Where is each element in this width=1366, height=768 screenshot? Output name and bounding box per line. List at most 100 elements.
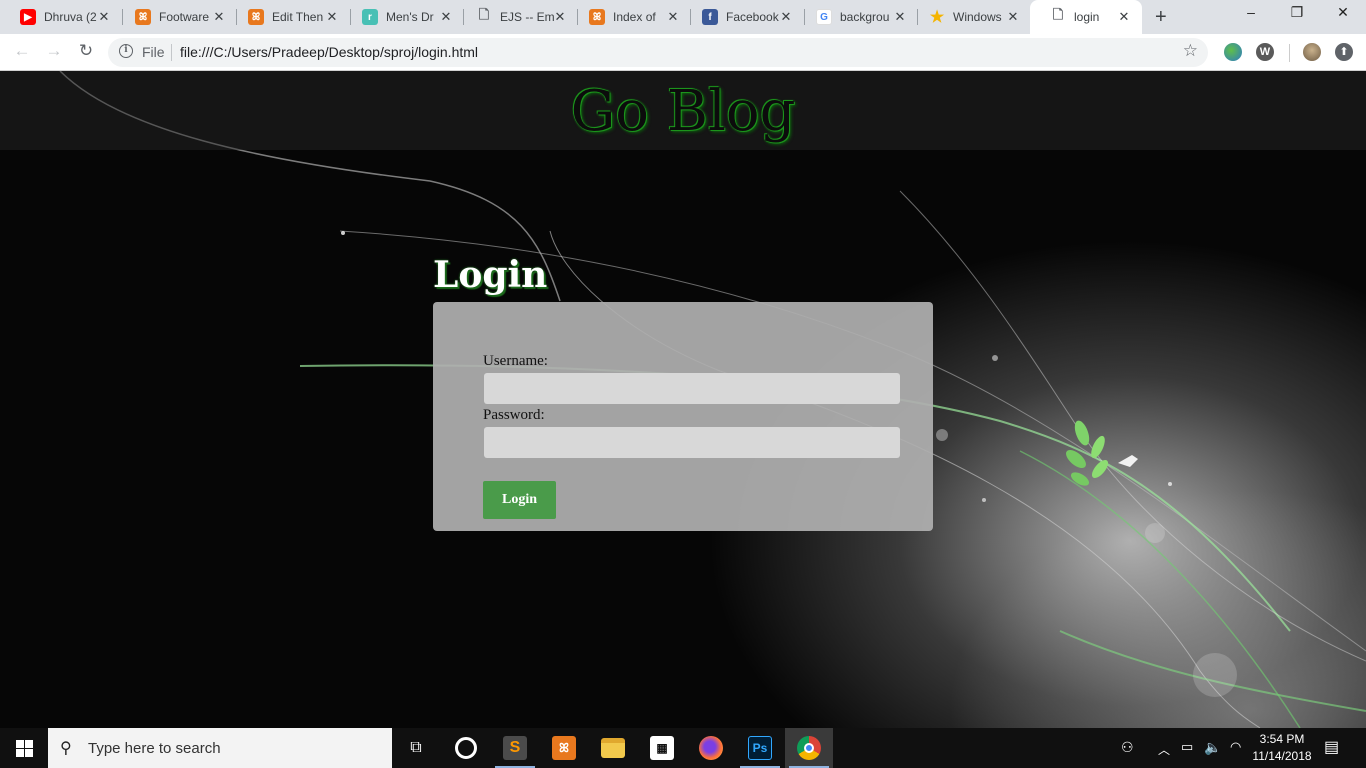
- photoshop-icon: Ps: [748, 736, 772, 760]
- close-tab-icon[interactable]: ✕: [96, 9, 112, 25]
- page-viewport: Go Blog Login Username: Password: Login: [0, 71, 1366, 728]
- extension-globe-icon[interactable]: [1224, 43, 1242, 61]
- action-center-icon[interactable]: ▤: [1324, 737, 1339, 757]
- folder-icon: [601, 738, 625, 758]
- tab-ejs[interactable]: 🗋 EJS -- Em ✕: [456, 0, 578, 34]
- tab-windows[interactable]: ★ Windows ✕: [909, 0, 1031, 34]
- username-input[interactable]: [484, 373, 900, 404]
- minimize-button[interactable]: –: [1228, 4, 1274, 20]
- tab-dhruva[interactable]: ▶ Dhruva (2 ✕: [0, 0, 122, 34]
- update-menu-icon[interactable]: ⬆: [1335, 43, 1353, 61]
- tab-title: backgrou: [840, 10, 890, 24]
- bookmark-star-icon[interactable]: ☆: [1183, 41, 1198, 61]
- close-window-button[interactable]: ✕: [1320, 4, 1366, 21]
- clock-date: 11/14/2018: [1252, 749, 1312, 763]
- address-bar[interactable]: i File file:///C:/Users/Pradeep/Desktop/…: [108, 38, 1208, 67]
- system-clock[interactable]: 3:54 PM 11/14/2018: [1246, 731, 1318, 765]
- site-icon: r: [362, 9, 378, 25]
- profile-avatar[interactable]: [1303, 43, 1321, 61]
- chrome-icon: [797, 736, 821, 760]
- clapperboard-icon: ▦: [650, 736, 674, 760]
- xampp-icon: ꕤ: [589, 9, 605, 25]
- cortana-button[interactable]: [442, 728, 490, 768]
- login-heading: Login: [433, 254, 548, 296]
- taskbar-movies-tv[interactable]: ▦: [638, 728, 686, 768]
- tab-title: Men's Dr: [386, 10, 434, 24]
- password-input[interactable]: [484, 427, 900, 458]
- document-icon: 🗋: [478, 7, 490, 22]
- reload-icon[interactable]: ↻: [74, 41, 98, 61]
- task-view-icon: ⧉: [410, 739, 422, 756]
- close-tab-icon[interactable]: ✕: [552, 9, 568, 25]
- tab-title: Footware: [159, 10, 210, 24]
- facebook-icon: f: [702, 9, 718, 25]
- browser-toolbar: ← → ↻ i File file:///C:/Users/Pradeep/De…: [0, 34, 1366, 71]
- taskbar-xampp[interactable]: ꕤ: [540, 728, 588, 768]
- document-icon: 🗋: [1052, 7, 1064, 22]
- tab-login[interactable]: 🗋 login ✕: [1030, 0, 1142, 34]
- taskbar-firefox[interactable]: [687, 728, 735, 768]
- tab-strip: ▶ Dhruva (2 ✕ ꕤ Footware ✕ ꕤ Edit Then ✕…: [0, 0, 1366, 34]
- new-tab-button[interactable]: +: [1155, 6, 1167, 29]
- taskbar-file-explorer[interactable]: [589, 728, 637, 768]
- search-placeholder: Type here to search: [88, 740, 221, 757]
- show-hidden-icons-chevron-icon[interactable]: ︿: [1158, 741, 1170, 758]
- tab-edit-theme[interactable]: ꕤ Edit Then ✕: [228, 0, 350, 34]
- close-tab-icon[interactable]: ✕: [438, 9, 454, 25]
- username-label: Username:: [483, 353, 548, 369]
- sublime-text-icon: S: [503, 736, 527, 760]
- xampp-icon: ꕤ: [248, 9, 264, 25]
- password-label: Password:: [483, 407, 545, 423]
- tab-mens-dress[interactable]: r Men's Dr ✕: [342, 0, 464, 34]
- start-button[interactable]: [0, 728, 48, 768]
- tab-index-of[interactable]: ꕤ Index of ✕: [569, 0, 691, 34]
- wifi-icon[interactable]: ◠: [1230, 739, 1241, 755]
- close-tab-icon[interactable]: ✕: [1005, 9, 1021, 25]
- back-arrow-icon[interactable]: ←: [10, 41, 34, 61]
- xampp-icon: ꕤ: [135, 9, 151, 25]
- close-tab-icon[interactable]: ✕: [665, 9, 681, 25]
- file-scheme-label: File: [142, 44, 165, 60]
- tab-title: Edit Then: [272, 10, 324, 24]
- search-icon: ⚲: [60, 740, 72, 757]
- tab-footware[interactable]: ꕤ Footware ✕: [115, 0, 237, 34]
- site-title[interactable]: Go Blog: [0, 79, 1366, 144]
- extension-w-icon[interactable]: W: [1256, 43, 1274, 61]
- toolbar-divider: [1289, 44, 1290, 62]
- close-tab-icon[interactable]: ✕: [778, 9, 794, 25]
- tab-background[interactable]: G backgrou ✕: [796, 0, 918, 34]
- clock-time: 3:54 PM: [1259, 732, 1305, 746]
- tab-title: Index of: [613, 10, 656, 24]
- tab-title: Windows: [953, 10, 1002, 24]
- forward-arrow-icon[interactable]: →: [42, 41, 66, 61]
- task-view-button[interactable]: ⧉: [392, 728, 440, 768]
- taskbar-photoshop[interactable]: Ps: [736, 728, 784, 768]
- windows-taskbar: ⚲ Type here to search ⧉ S ꕤ ▦ Ps ⚇ ︿ ▭ 🔈…: [0, 728, 1366, 768]
- battery-icon[interactable]: ▭: [1181, 739, 1193, 755]
- google-icon: G: [816, 9, 832, 25]
- login-form: Username: Password: Login: [433, 302, 933, 531]
- people-icon[interactable]: ⚇: [1121, 739, 1134, 756]
- info-icon[interactable]: i: [119, 44, 133, 58]
- close-tab-icon[interactable]: ✕: [211, 9, 227, 25]
- divider: [171, 44, 172, 61]
- windows-logo-icon: [15, 739, 33, 757]
- tab-title: Dhruva (2: [44, 10, 97, 24]
- url-text[interactable]: file:///C:/Users/Pradeep/Desktop/sproj/l…: [180, 44, 478, 60]
- taskbar-search[interactable]: ⚲ Type here to search: [48, 728, 392, 768]
- close-tab-icon[interactable]: ✕: [892, 9, 908, 25]
- star-icon: ★: [929, 9, 945, 26]
- close-tab-icon[interactable]: ✕: [324, 9, 340, 25]
- taskbar-chrome[interactable]: [785, 728, 833, 768]
- taskbar-sublime-text[interactable]: S: [491, 728, 539, 768]
- tab-title: EJS -- Em: [500, 10, 555, 24]
- tab-facebook[interactable]: f Facebook ✕: [682, 0, 804, 34]
- tab-title: Facebook: [726, 10, 779, 24]
- cortana-icon: [455, 737, 477, 759]
- login-button[interactable]: Login: [483, 481, 556, 519]
- xampp-icon: ꕤ: [552, 736, 576, 760]
- firefox-icon: [699, 736, 723, 760]
- volume-icon[interactable]: 🔈: [1204, 739, 1221, 756]
- close-tab-icon[interactable]: ✕: [1116, 9, 1132, 25]
- maximize-button[interactable]: ❐: [1274, 4, 1320, 21]
